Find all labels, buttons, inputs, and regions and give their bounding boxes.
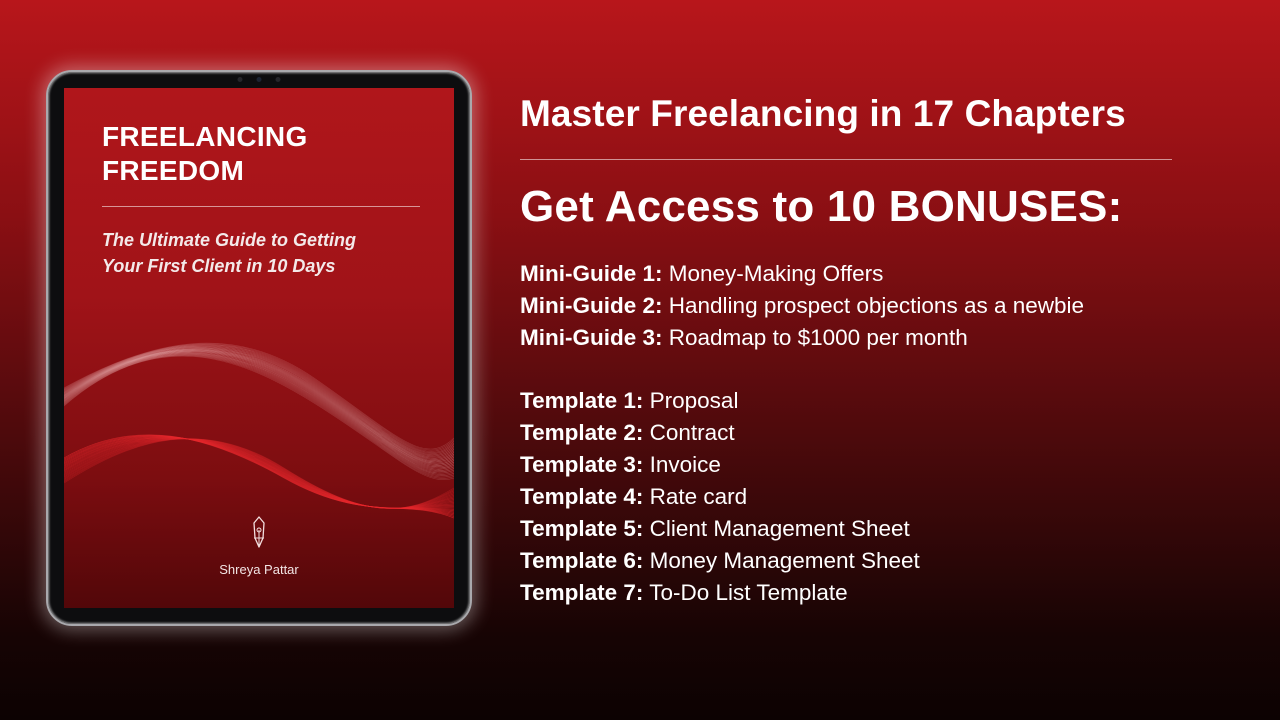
tablet-frame: FREELANCING FREEDOM The Ultimate Guide t… xyxy=(46,70,472,626)
list-item-text: Contract xyxy=(649,420,735,445)
list-item: Mini-Guide 1: Money-Making Offers xyxy=(520,262,1084,294)
cover-title-line: FREEDOM xyxy=(102,155,245,187)
mini-guide-list: Mini-Guide 1: Money-Making Offers Mini-G… xyxy=(520,262,1084,358)
list-item-label: Template 6: xyxy=(520,548,644,573)
decorative-wave-lines xyxy=(64,342,454,519)
list-item-text: Money-Making Offers xyxy=(668,261,884,286)
headline: Master Freelancing in 17 Chapters xyxy=(520,93,1126,134)
cover-subtitle-line: The Ultimate Guide to Getting xyxy=(102,230,357,250)
list-item: Template 2: Contract xyxy=(520,421,920,453)
list-item: Mini-Guide 2: Handling prospect objectio… xyxy=(520,294,1084,326)
cover-divider xyxy=(102,206,420,207)
list-item-text: Proposal xyxy=(649,388,739,413)
list-item-label: Template 3: xyxy=(520,452,644,477)
template-list: Template 1: Proposal Template 2: Contrac… xyxy=(520,389,920,613)
list-item-label: Template 1: xyxy=(520,388,644,413)
wave-line xyxy=(64,343,454,451)
bonus-heading: Get Access to 10 BONUSES: xyxy=(520,182,1123,231)
list-item-label: Mini-Guide 2: xyxy=(520,293,663,318)
list-item-label: Mini-Guide 3: xyxy=(520,325,663,350)
headline-divider xyxy=(520,159,1172,160)
cover-subtitle-line: Your First Client in 10 Days xyxy=(102,255,336,276)
tablet-camera xyxy=(237,77,281,82)
list-item: Template 7: To-Do List Template xyxy=(520,581,920,613)
list-item-text: Roadmap to $1000 per month xyxy=(668,325,968,350)
list-item-label: Template 7: xyxy=(520,580,644,605)
list-item-label: Template 4: xyxy=(520,484,644,509)
list-item-label: Template 2: xyxy=(520,420,644,445)
cover-author: Shreya Pattar xyxy=(219,562,299,577)
list-item: Mini-Guide 3: Roadmap to $1000 per month xyxy=(520,326,1084,358)
list-item: Template 6: Money Management Sheet xyxy=(520,549,920,581)
list-item-text: Money Management Sheet xyxy=(649,548,920,573)
list-item-text: Handling prospect objections as a newbie xyxy=(668,293,1085,318)
list-item-text: Client Management Sheet xyxy=(649,516,910,541)
camera-lens xyxy=(256,77,262,82)
cover-title: FREELANCING FREEDOM xyxy=(102,120,402,188)
list-item-label: Template 5: xyxy=(520,516,644,541)
list-item: Template 4: Rate card xyxy=(520,485,920,517)
list-item-text: Rate card xyxy=(649,484,748,509)
sensor-dot xyxy=(275,77,281,82)
list-item-label: Mini-Guide 1: xyxy=(520,261,663,286)
sensor-dot xyxy=(237,77,243,82)
list-item-text: Invoice xyxy=(649,452,721,477)
fountain-pen-nib-icon xyxy=(253,516,265,548)
cover-subtitle: The Ultimate Guide to Getting Your First… xyxy=(102,228,422,279)
list-item: Template 3: Invoice xyxy=(520,453,920,485)
ebook-cover: FREELANCING FREEDOM The Ultimate Guide t… xyxy=(64,88,454,608)
list-item-text: To-Do List Template xyxy=(649,580,848,605)
list-item: Template 1: Proposal xyxy=(520,389,920,421)
list-item: Template 5: Client Management Sheet xyxy=(520,517,920,549)
cover-title-line: FREELANCING xyxy=(102,121,308,152)
